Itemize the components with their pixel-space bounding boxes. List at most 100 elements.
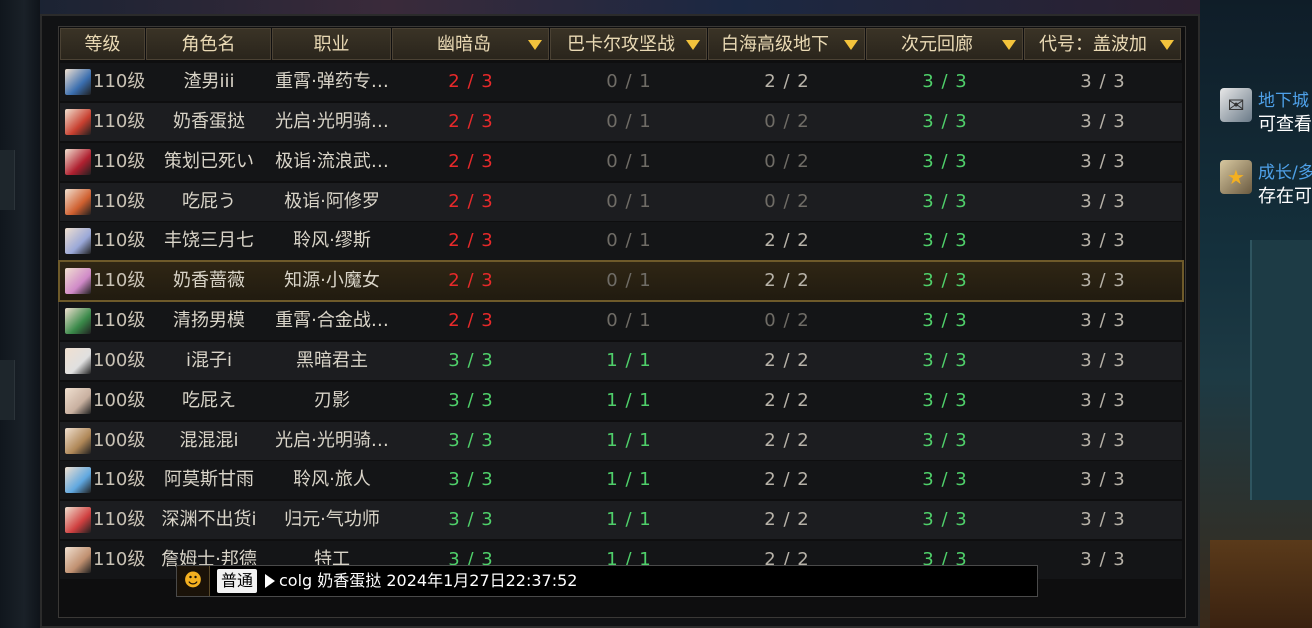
side-notice-dungeon[interactable]: ✉ 地下城 可查看 [1218, 80, 1312, 136]
character-job: 知源·小魔女 [284, 270, 380, 292]
character-name: 混混混i [179, 429, 239, 451]
dungeon-progress-1: 3 / 3 [448, 429, 494, 451]
dungeon-progress-3: 2 / 2 [764, 509, 810, 531]
character-job: 聆风·缪斯 [293, 230, 371, 252]
dungeon-progress-4: 3 / 3 [922, 389, 968, 411]
chat-message-bar[interactable]: ☻ 普通 colg 奶香蛋挞 2024年1月27日22:37:52 [176, 565, 1038, 597]
chat-channel-badge[interactable]: 普通 [217, 569, 258, 593]
level-text: 100级 [93, 349, 146, 371]
table-row[interactable]: 110级 奶香蔷薇 知源·小魔女 2 / 3 0 / 1 2 / 2 3 / 3 3 / 3 [58, 260, 1184, 303]
smiley-icon[interactable]: ☻ [177, 566, 210, 596]
table-row[interactable]: 100级 i混子i 黑暗君主 3 / 3 1 / 1 2 / 2 3 / 3 3 / 3 [60, 341, 1182, 380]
dungeon-progress-1: 2 / 3 [448, 230, 494, 252]
dungeon-progress-5: 3 / 3 [1080, 230, 1126, 252]
table-row[interactable]: 100级 吃屁え 刃影 3 / 3 1 / 1 2 / 2 3 / 3 3 / 3 [60, 381, 1182, 420]
header-dungeon-3[interactable]: 白海高级地下 [708, 28, 865, 60]
dungeon-progress-2: 1 / 1 [606, 429, 652, 451]
dungeon-progress-3: 2 / 2 [764, 349, 810, 371]
building-decoration [1250, 240, 1312, 500]
dungeon-progress-4: 3 / 3 [922, 71, 968, 92]
dungeon-progress-4: 3 / 3 [922, 230, 968, 252]
level-cell: 100级 [60, 382, 146, 420]
table-row[interactable]: 110级 吃屁う 极诣·阿修罗 2 / 3 0 / 1 0 / 2 3 / 3 3 / 3 [60, 182, 1182, 221]
character-job: 黑暗君主 [296, 349, 368, 371]
level-text: 100级 [93, 389, 146, 411]
dungeon-progress-3: 2 / 2 [764, 270, 810, 292]
character-name: 深渊不出货i [161, 509, 257, 531]
table-row[interactable]: 110级 清扬男模 重霄·合金战… 2 / 3 0 / 1 0 / 2 3 / 3 3 / 3 [60, 302, 1182, 341]
dungeon-progress-5: 3 / 3 [1080, 310, 1126, 332]
scroll-icon: ✉ [1220, 88, 1252, 122]
side-notice-growth[interactable]: ★ 成长/多 存在可 [1218, 152, 1312, 208]
level-cell: 110级 [60, 63, 146, 101]
dungeon-progress-5: 3 / 3 [1080, 469, 1126, 491]
character-job: 极诣·阿修罗 [284, 190, 380, 212]
dungeon-progress-1: 2 / 3 [448, 110, 494, 132]
notice-title: 成长/多 [1258, 163, 1312, 183]
table-row[interactable]: 110级 奶香蛋挞 光启·光明骑… 2 / 3 0 / 1 0 / 2 3 / 3 3 / 3 [60, 102, 1182, 141]
table-row[interactable]: 110级 深渊不出货i 归元·气功师 3 / 3 1 / 1 2 / 2 3 / 3 3 / … [60, 501, 1182, 540]
level-cell: 110级 [60, 183, 146, 221]
dungeon-progress-3: 0 / 2 [764, 110, 810, 132]
dungeon-progress-5: 3 / 3 [1080, 349, 1126, 371]
avatar-icon [65, 108, 91, 135]
character-job: 极诣·流浪武… [275, 150, 389, 172]
level-text: 110级 [93, 469, 146, 491]
level-cell: 110级 [60, 501, 146, 539]
dungeon-progress-2: 1 / 1 [606, 509, 652, 531]
dungeon-progress-2: 0 / 1 [606, 150, 652, 172]
character-job: 重霄·合金战… [275, 310, 389, 332]
level-text: 110级 [93, 150, 146, 172]
character-job: 重霄·弹药专… [275, 71, 389, 92]
character-name: 奶香蛋挞 [173, 110, 245, 132]
dungeon-progress-4: 3 / 3 [922, 429, 968, 451]
character-job: 刃影 [314, 389, 350, 411]
header-dungeon-1[interactable]: 幽暗岛 [392, 28, 549, 60]
stairs-decoration [1210, 540, 1312, 628]
dungeon-progress-2: 0 / 1 [606, 230, 652, 252]
dungeon-progress-2: 0 / 1 [606, 310, 652, 332]
dungeon-progress-2: 0 / 1 [606, 71, 652, 92]
avatar-icon [65, 308, 91, 335]
dungeon-progress-5: 3 / 3 [1080, 389, 1126, 411]
table-row[interactable]: 110级 渣男iii 重霄·弹药专… 2 / 3 0 / 1 2 / 2 3 / 3 3 / … [60, 63, 1182, 101]
dungeon-progress-1: 3 / 3 [448, 349, 494, 371]
table-row[interactable]: 110级 阿莫斯甘雨 聆风·旅人 3 / 3 1 / 1 2 / 2 3 / 3 3 / 3 [60, 461, 1182, 500]
table-row[interactable]: 110级 策划已死い 极诣·流浪武… 2 / 3 0 / 1 0 / 2 3 / 3 3 / … [60, 142, 1182, 181]
avatar-icon [65, 387, 91, 414]
dungeon-progress-3: 2 / 2 [764, 389, 810, 411]
table-row[interactable]: 100级 混混混i 光启·光明骑… 3 / 3 1 / 1 2 / 2 3 / 3 3 / 3 [60, 421, 1182, 460]
avatar-icon [65, 467, 91, 494]
dungeon-progress-3: 0 / 2 [764, 150, 810, 172]
dungeon-progress-2: 1 / 1 [606, 469, 652, 491]
star-icon: ★ [1220, 160, 1252, 194]
dungeon-progress-3: 0 / 2 [764, 190, 810, 212]
avatar-icon [65, 188, 91, 215]
level-text: 110级 [93, 549, 146, 571]
level-cell: 110级 [60, 262, 146, 300]
header-dungeon-2[interactable]: 巴卡尔攻坚战 [550, 28, 707, 60]
table-row[interactable]: 110级 丰饶三月七 聆风·缪斯 2 / 3 0 / 1 2 / 2 3 / 3 3 / 3 [60, 222, 1182, 261]
arrow-right-icon [265, 574, 275, 588]
sort-triangle-icon[interactable] [844, 40, 858, 50]
left-background [0, 0, 40, 628]
header-dungeon-5[interactable]: 代号：盖波加 [1024, 28, 1181, 60]
sort-triangle-icon[interactable] [686, 40, 700, 50]
header-level[interactable]: 等级 [60, 28, 145, 60]
sort-triangle-icon[interactable] [1160, 40, 1174, 50]
level-cell: 110级 [60, 143, 146, 181]
character-name: 策划已死い [164, 150, 254, 172]
header-dungeon-4[interactable]: 次元回廊 [866, 28, 1023, 60]
level-text: 110级 [93, 509, 146, 531]
dungeon-progress-1: 2 / 3 [448, 71, 494, 92]
sort-triangle-icon[interactable] [528, 40, 542, 50]
header-job[interactable]: 职业 [272, 28, 391, 60]
level-text: 110级 [93, 230, 146, 252]
character-list: 110级 渣男iii 重霄·弹药专… 2 / 3 0 / 1 2 / 2 3 / 3 3 / … [58, 63, 1184, 581]
level-text: 110级 [93, 71, 146, 92]
header-name[interactable]: 角色名 [146, 28, 271, 60]
dungeon-progress-5: 3 / 3 [1080, 429, 1126, 451]
avatar-icon [65, 507, 91, 534]
sort-triangle-icon[interactable] [1002, 40, 1016, 50]
dungeon-progress-4: 3 / 3 [922, 469, 968, 491]
